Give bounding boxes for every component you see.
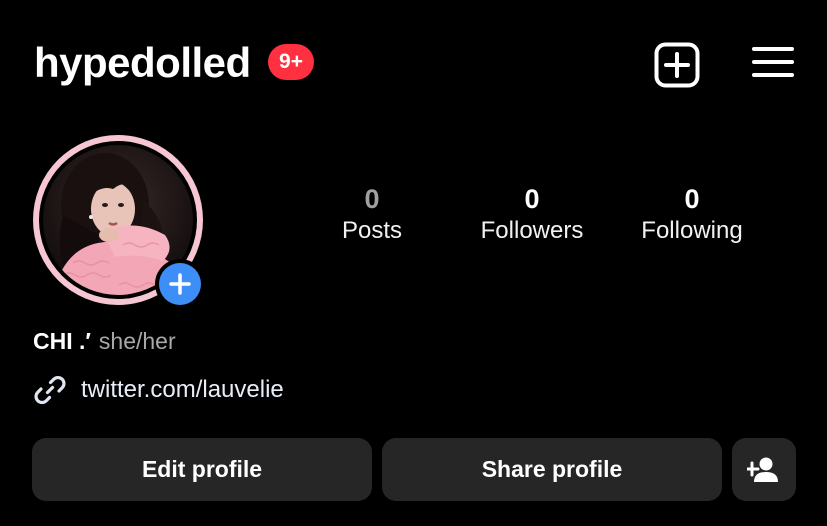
notification-badge[interactable]: 9+ (268, 44, 314, 80)
edit-profile-button[interactable]: Edit profile (32, 438, 372, 501)
add-story-circle (159, 263, 201, 305)
profile-username[interactable]: hypedolled (34, 38, 251, 88)
discover-people-button[interactable] (732, 438, 796, 501)
stat-followers[interactable]: 0 Followers (452, 182, 612, 246)
add-person-icon (747, 457, 778, 482)
link-text[interactable]: twitter.com/lauvelie (81, 376, 284, 404)
followers-label: Followers (480, 217, 584, 244)
bio-link[interactable]: twitter.com/lauvelie (33, 372, 284, 408)
hamburger-menu-icon (752, 47, 794, 77)
following-label: Following (641, 217, 743, 244)
posts-label: Posts (341, 217, 403, 244)
share-profile-button[interactable]: Share profile (382, 438, 722, 501)
add-story-button[interactable] (155, 259, 205, 309)
menu-button[interactable] (748, 40, 798, 84)
following-count: 0 (684, 184, 700, 214)
bio-name-line: CHI .′ she/her (33, 326, 176, 356)
new-post-button[interactable] (651, 39, 703, 91)
posts-count: 0 (364, 184, 380, 214)
plus-icon (169, 273, 191, 295)
followers-count: 0 (524, 184, 540, 214)
link-icon (34, 376, 66, 404)
display-name: CHI .′ (33, 328, 91, 354)
plus-square-icon (654, 42, 700, 88)
stat-following[interactable]: 0 Following (612, 182, 772, 246)
pronouns: she/her (98, 328, 176, 354)
stat-posts[interactable]: 0 Posts (292, 182, 452, 246)
